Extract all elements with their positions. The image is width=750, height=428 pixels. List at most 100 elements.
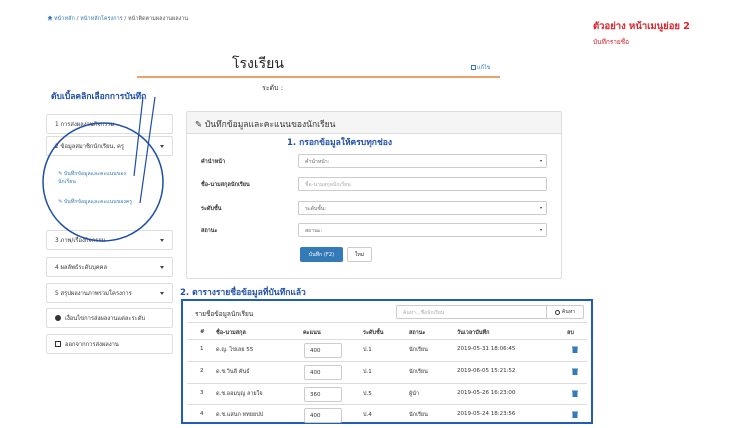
chevron-down-icon [160,239,164,242]
table-row: 3 ด.ช.ออมบุญ ลายใจ 360 ป.5 ผู้นำ 2019-05… [187,383,587,403]
student-name-placeholder: ชื่อ-นามสกุลนักเรียน [305,182,351,188]
trash-icon[interactable] [572,368,578,375]
title-divider [137,76,500,78]
row-name: ด.ญ. ไข่เลย 55 [216,347,254,353]
annotation-step2: 2. ตารางรายชื่อข้อมูลที่บันทึกแล้ว [180,288,306,298]
row-status: ผู้นำ [409,391,420,397]
sidebar-item-label: 2 ข้อมูลสมาชิกนักเรียน, ครู [55,144,125,150]
sidebar-item-label: เงื่อนไขการส่งผลงานแต่ละระดับ [65,316,146,322]
status-select-value: สถานะ: [305,228,323,234]
edit-link[interactable]: แก้ไข [471,64,490,72]
prefix-select[interactable]: คำนำหน้า: [298,154,547,168]
score-input[interactable]: 360 [304,387,342,402]
chevron-down-icon [160,145,164,148]
edit-icon [471,65,476,70]
breadcrumb-project[interactable]: หน้าหลักโครงการ [80,16,122,22]
annotation-example-title: ตัวอย่าง หน้าเมนูย่อย 2 [593,21,690,32]
chevron-down-icon [160,292,164,295]
row-status: นักเรียน [409,347,428,353]
home-icon [47,15,53,21]
row-level: ป.1 [363,369,372,375]
row-date: 2019-05-26 16:23:00 [457,390,516,396]
chevron-down-icon [160,266,164,269]
score-input[interactable]: 400 [304,343,342,358]
pencil-icon: ✎ [195,120,203,130]
trash-icon[interactable] [572,390,578,397]
score-input[interactable]: 400 [304,365,342,380]
prefix-select-value: คำนำหน้า: [305,159,330,165]
subitem-label: นักเรียน [58,179,76,185]
row-level: ป.1 [363,347,372,353]
search-input[interactable]: ค้นหา...ชื่อนักเรียน [396,305,547,319]
column-header-delete: ลบ [567,330,574,336]
sidebar-item-activity[interactable]: 1 การส่งผลงานกิจกรรม [46,114,173,134]
row-name: ด.ช.ออมบุญ ลายใจ [216,391,263,397]
row-level: ป.4 [363,412,372,418]
table-row: 2 ด.ช.วินลี คันธ์ 400 ป.1 นักเรียน 2019-… [187,361,587,381]
sidebar-item-members[interactable]: 2 ข้อมูลสมาชิกนักเรียน, ครู [46,136,173,156]
search-button[interactable]: ค้นหา [546,305,584,319]
breadcrumb-separator: / [124,16,127,22]
row-name: ด.ช.วินลี คันธ์ [216,369,250,375]
subitem-label: บันทึกข้อมูลและคะแนนของครู [64,199,133,205]
sidebar-item-results[interactable]: 4 ผลลัพธ์ระดับบุคคล [46,257,173,277]
sidebar-item-summary[interactable]: 5 สรุปผลงานภาพรวมโครงการ [46,283,173,303]
level-label: ระดับ : [262,84,284,92]
grade-select[interactable]: ระดับชั้น: [298,201,547,215]
search-button-label: ค้นหา [561,309,576,315]
row-name: ด.ช.แสนก หทยยปป [216,412,264,418]
status-select[interactable]: สถานะ: [298,223,547,237]
chevron-down-icon [540,207,542,209]
grade-select-value: ระดับชั้น: [305,206,327,212]
sidebar-item-label: 3 ภาพ/เรื่องกิจกรรม [55,238,106,244]
column-header-level: ระดับชั้น [363,330,384,336]
table-row: 4 ด.ช.แสนก หทยยปป 400 ป.4 นักเรียน 2019-… [187,404,587,424]
sidebar-subitem-teacher[interactable]: ✎ บันทึกข้อมูลและคะแนนของครู [46,198,173,206]
breadcrumb-current: หน้าติดตามผลงานผลงาน [127,16,189,22]
sidebar-item-label: 1 การส่งผลงานกิจกรรม [55,122,115,128]
pencil-icon: ✎ [58,171,63,177]
column-header-status: สถานะ [409,330,426,336]
column-header-date: วันเวลาบันทึก [457,330,490,336]
pencil-icon: ✎ [58,199,63,205]
sidebar-item-conditions[interactable]: เงื่อนไขการส่งผลงานแต่ละระดับ [46,308,173,328]
table-row: 1 ด.ญ. ไข่เลย 55 400 ป.1 นักเรียน 2019-0… [187,339,587,359]
row-level: ป.5 [363,391,372,397]
row-number: 2 [200,368,204,374]
save-button[interactable]: บันทึก (F2) [300,247,343,262]
column-header-num: # [200,329,205,335]
breadcrumb-home[interactable]: หน้าหลัก [54,16,75,22]
search-placeholder: ค้นหา...ชื่อนักเรียน [403,310,445,316]
grade-label: ระดับชั้น [201,206,222,212]
row-number: 1 [200,346,204,352]
student-table-panel: รายชื่อข้อมูลนักเรียน ค้นหา...ชื่อนักเรี… [181,299,593,424]
row-number: 4 [200,411,204,417]
sidebar-item-logout[interactable]: ออกจากการส่งผลงาน [46,334,173,354]
chevron-down-icon [540,160,542,162]
page-title: โรงเรียน [232,56,284,72]
table-title: รายชื่อข้อมูลนักเรียน [195,310,254,318]
row-date: 2019-05-31 18:06:45 [457,346,516,352]
trash-icon[interactable] [572,411,578,418]
sidebar-item-label: ออกจากการส่งผลงาน [65,342,119,348]
prefix-label: คำนำหน้า [201,159,226,165]
new-button[interactable]: ใหม่ [347,247,372,262]
chevron-down-icon [540,229,542,231]
sidebar-item-photos[interactable]: 3 ภาพ/เรื่องกิจกรรม [46,230,173,250]
breadcrumb-separator: / [76,16,79,22]
trash-icon[interactable] [572,346,578,353]
annotation-example-sub: บันทึกรายชื่อ [593,38,630,46]
column-header-name: ชื่อ-นามสกุล [216,330,246,336]
form-panel-header: ✎ บันทึกข้อมูลและคะแนนของนักเรียน [187,112,561,134]
logout-icon [55,341,61,347]
row-status: นักเรียน [409,369,428,375]
score-input[interactable]: 400 [304,408,342,423]
status-label: สถานะ [201,228,218,234]
sidebar-subitem-student[interactable]: ✎ บันทึกข้อมูลและคะแนนของ นักเรียน [46,170,173,186]
search-icon [554,309,560,315]
subitem-label: บันทึกข้อมูลและคะแนนของ [64,171,126,177]
student-name-label: ชื่อ-นามสกุลนักเรียน [201,182,250,188]
student-name-input[interactable]: ชื่อ-นามสกุลนักเรียน [298,177,547,191]
sidebar-item-label: 4 ผลลัพธ์ระดับบุคคล [55,265,108,271]
row-status: นักเรียน [409,412,428,418]
